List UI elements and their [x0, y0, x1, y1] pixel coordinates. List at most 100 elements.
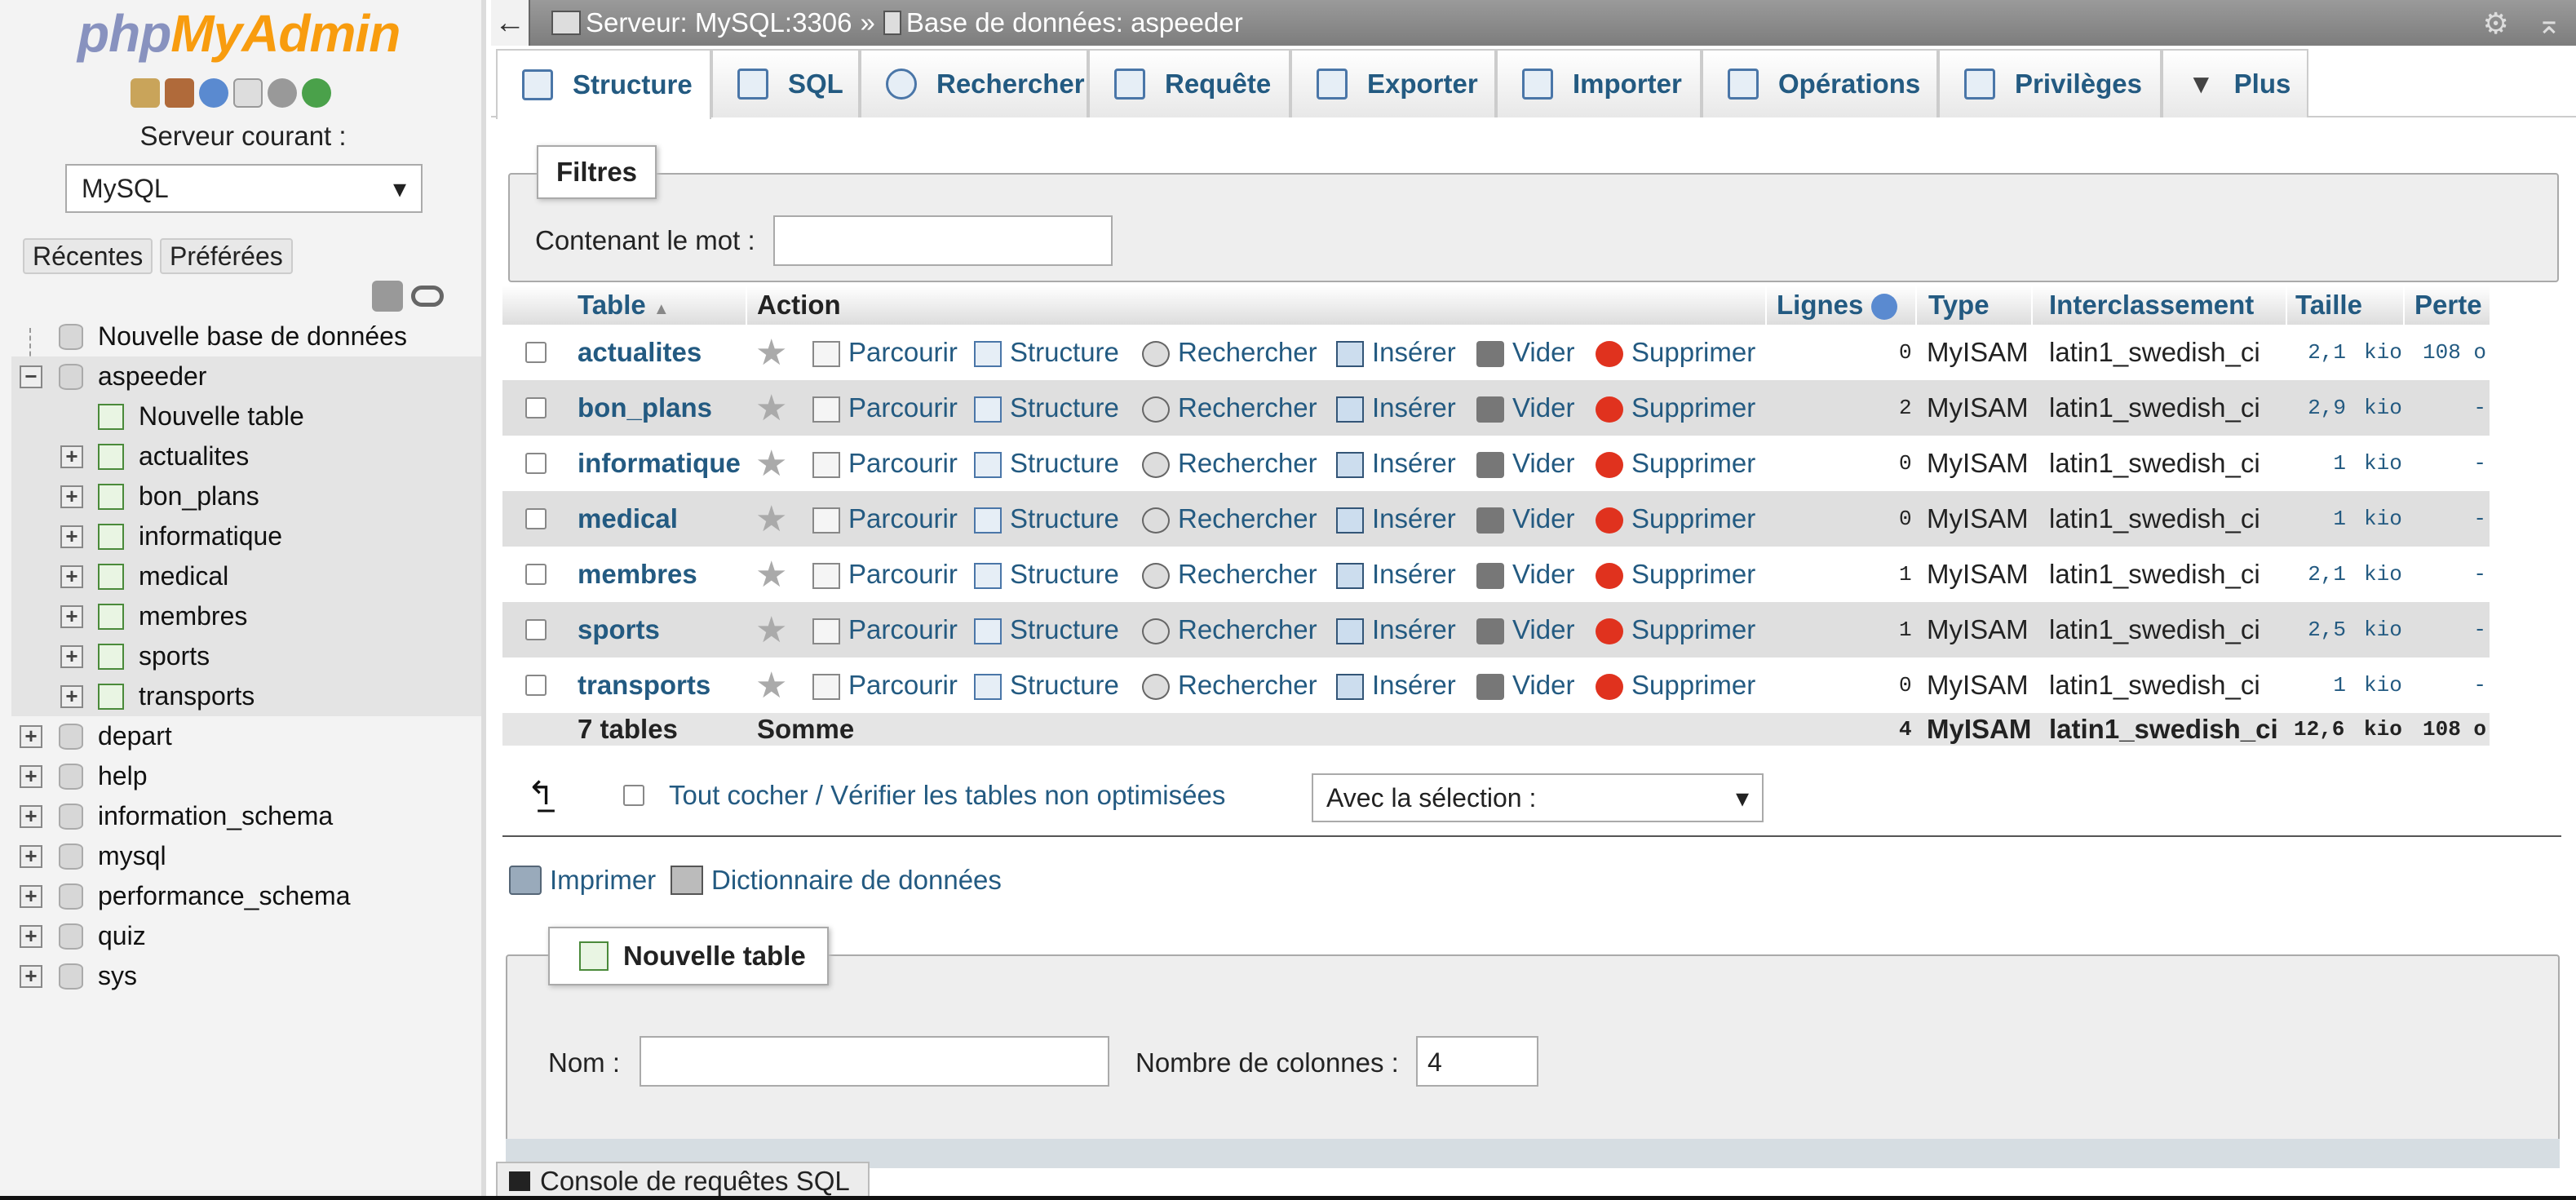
table-name-link[interactable]: transports	[578, 670, 710, 701]
structure-link[interactable]: Structure	[974, 670, 1119, 701]
expand-icon[interactable]: +	[20, 884, 42, 908]
search-link[interactable]: Rechercher	[1142, 337, 1317, 368]
tree-table-medical[interactable]: + medical	[11, 556, 481, 596]
search-link[interactable]: Rechercher	[1142, 503, 1317, 534]
structure-link[interactable]: Structure	[974, 392, 1119, 423]
tree-table-actualites[interactable]: + actualites	[11, 436, 481, 476]
tab-sql[interactable]: SQL	[711, 49, 860, 117]
browse-link[interactable]: Parcourir	[812, 503, 958, 534]
tab-more[interactable]: ▼ Plus	[2162, 49, 2308, 117]
exit-icon[interactable]	[165, 78, 194, 108]
tab-operations[interactable]: Opérations	[1702, 49, 1938, 117]
insert-link[interactable]: Insérer	[1336, 392, 1456, 423]
size-value[interactable]: 1	[2294, 507, 2346, 531]
help-icon[interactable]	[1870, 294, 1897, 321]
favorite-star-icon[interactable]: ★	[755, 665, 787, 706]
tree-table-sports[interactable]: + sports	[11, 636, 481, 676]
settings-icon[interactable]	[268, 78, 297, 108]
size-value[interactable]: 1	[2294, 673, 2346, 697]
search-link[interactable]: Rechercher	[1142, 392, 1317, 423]
expand-icon[interactable]: +	[60, 644, 83, 668]
insert-link[interactable]: Insérer	[1336, 503, 1456, 534]
browse-link[interactable]: Parcourir	[812, 448, 958, 479]
docs-icon[interactable]	[233, 78, 263, 108]
tab-search[interactable]: Rechercher	[860, 49, 1088, 117]
expand-icon[interactable]: +	[20, 724, 42, 748]
browse-link[interactable]: Parcourir	[812, 559, 958, 590]
phpmyadmin-logo[interactable]: phpMyAdmin	[77, 3, 401, 64]
check-all-checkbox[interactable]	[623, 785, 644, 806]
browse-link[interactable]: Parcourir	[812, 614, 958, 645]
check-all-link[interactable]: Tout cocher	[669, 780, 808, 810]
tree-db-quiz[interactable]: + quiz	[11, 916, 481, 956]
row-checkbox[interactable]	[525, 342, 547, 363]
collapse-all-icon[interactable]	[372, 281, 403, 312]
tree-db-depart[interactable]: + depart	[11, 716, 481, 756]
header-rows[interactable]: Lignes	[1777, 290, 1897, 321]
filter-input[interactable]	[773, 215, 1113, 266]
size-value[interactable]: 2,5	[2294, 618, 2346, 642]
structure-link[interactable]: Structure	[974, 559, 1119, 590]
size-value[interactable]: 2,9	[2294, 396, 2346, 420]
row-checkbox[interactable]	[525, 675, 547, 696]
row-checkbox[interactable]	[525, 619, 547, 640]
collapse-icon[interactable]: −	[20, 365, 42, 388]
table-name-link[interactable]: sports	[578, 614, 660, 645]
favorite-star-icon[interactable]: ★	[755, 609, 787, 651]
favorite-star-icon[interactable]: ★	[755, 387, 787, 429]
server-select[interactable]: MySQL ▾	[65, 164, 423, 213]
size-value[interactable]: 2,1	[2294, 562, 2346, 587]
row-checkbox[interactable]	[525, 564, 547, 585]
tab-structure[interactable]: Structure	[496, 49, 711, 119]
header-type[interactable]: Type	[1928, 290, 1990, 321]
search-link[interactable]: Rechercher	[1142, 614, 1317, 645]
structure-link[interactable]: Structure	[974, 503, 1119, 534]
drop-link[interactable]: Supprimer	[1596, 614, 1755, 645]
drop-link[interactable]: Supprimer	[1596, 448, 1755, 479]
header-collation[interactable]: Interclassement	[2049, 290, 2254, 321]
reload-icon[interactable]	[302, 78, 331, 108]
row-checkbox[interactable]	[525, 453, 547, 474]
drop-link[interactable]: Supprimer	[1596, 503, 1755, 534]
header-overhead[interactable]: Perte	[2414, 290, 2482, 321]
tree-db-sys[interactable]: + sys	[11, 956, 481, 996]
favorite-star-icon[interactable]: ★	[755, 332, 787, 374]
expand-icon[interactable]: +	[60, 604, 83, 628]
search-link[interactable]: Rechercher	[1142, 559, 1317, 590]
tab-export[interactable]: Exporter	[1290, 49, 1496, 117]
expand-icon[interactable]: +	[20, 804, 42, 828]
expand-icon[interactable]: +	[20, 964, 42, 988]
table-name-link[interactable]: medical	[578, 503, 678, 534]
empty-link[interactable]: Vider	[1476, 559, 1574, 590]
empty-link[interactable]: Vider	[1476, 337, 1574, 368]
browse-link[interactable]: Parcourir	[812, 337, 958, 368]
insert-link[interactable]: Insérer	[1336, 559, 1456, 590]
structure-link[interactable]: Structure	[974, 337, 1119, 368]
empty-link[interactable]: Vider	[1476, 670, 1574, 701]
breadcrumb-database[interactable]: Base de données: aspeeder	[906, 7, 1243, 38]
home-icon[interactable]	[131, 78, 160, 108]
search-link[interactable]: Rechercher	[1142, 448, 1317, 479]
expand-icon[interactable]: +	[20, 924, 42, 948]
tree-table-informatique[interactable]: + informatique	[11, 516, 481, 556]
table-name-link[interactable]: bon_plans	[578, 392, 712, 423]
tree-new-table[interactable]: Nouvelle table	[11, 396, 481, 436]
breadcrumb-server[interactable]: Serveur: MySQL:3306	[586, 7, 852, 38]
collapse-nav-arrow-icon[interactable]: ←	[491, 0, 530, 46]
tree-table-transports[interactable]: + transports	[11, 676, 481, 716]
size-value[interactable]: 2,1	[2294, 340, 2346, 365]
tree-table-bon-plans[interactable]: + bon_plans	[11, 476, 481, 516]
expand-icon[interactable]: +	[60, 485, 83, 508]
empty-link[interactable]: Vider	[1476, 392, 1574, 423]
link-icon[interactable]	[411, 286, 444, 307]
table-name-link[interactable]: informatique	[578, 448, 741, 479]
expand-icon[interactable]: +	[60, 445, 83, 468]
expand-icon[interactable]: +	[60, 565, 83, 588]
expand-icon[interactable]: +	[60, 684, 83, 708]
tree-new-database[interactable]: Nouvelle base de données	[11, 317, 481, 356]
table-name-link[interactable]: actualites	[578, 337, 702, 368]
search-link[interactable]: Rechercher	[1142, 670, 1317, 701]
collapse-top-icon[interactable]: ⌅	[2537, 7, 2561, 41]
expand-icon[interactable]: +	[20, 844, 42, 868]
size-value[interactable]: 1	[2294, 451, 2346, 476]
